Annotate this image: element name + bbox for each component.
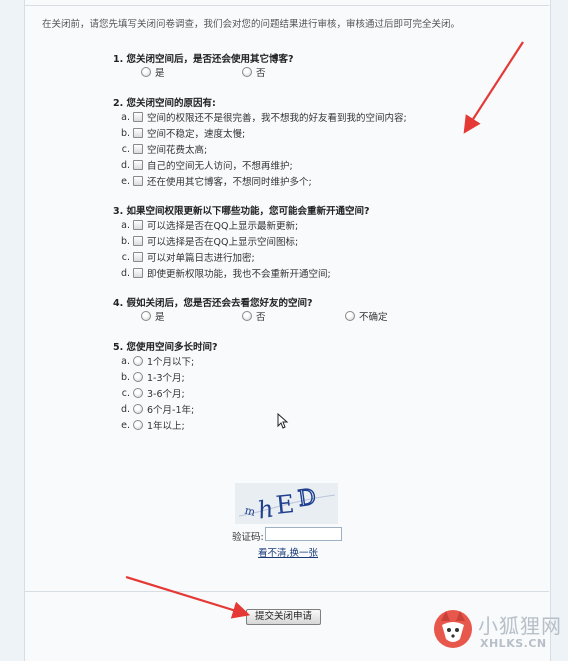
watermark-text: 小狐狸网 bbox=[478, 614, 562, 638]
watermark-url: XHLKS.CN bbox=[480, 637, 547, 650]
annotation-arrow-icon bbox=[125, 41, 524, 619]
fox-logo-icon bbox=[434, 610, 472, 648]
